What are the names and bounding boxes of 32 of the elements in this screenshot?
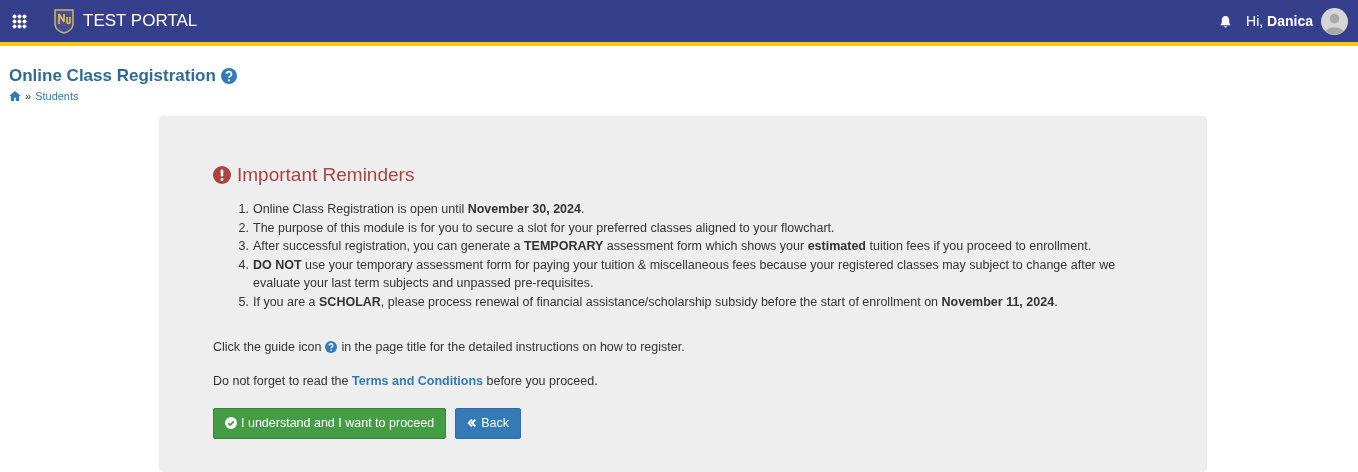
list-number: 4. [237, 256, 249, 274]
exclamation-icon [213, 166, 231, 184]
portal-title: TEST PORTAL [83, 11, 198, 31]
breadcrumb-separator: » [25, 90, 32, 102]
list-number: 2. [237, 219, 249, 237]
shield-logo-icon [53, 8, 75, 34]
reminder-item: DO NOT use your temporary assessment form for paying your tuition & miscellaneous fees because your registered classes may subject to change after we evaluate your last term subjects and unpassed pre-requisites. [253, 256, 1117, 293]
reminder-item: Online Class Registration is open until November 30, 2024. [253, 201, 585, 218]
guide-text: in the page title for the detailed instructions on how to register. [341, 339, 685, 354]
list-number: 5. [237, 293, 249, 311]
list-number: 3. [237, 238, 249, 256]
apps-grid-icon[interactable] [12, 13, 27, 29]
double-chevron-left-icon [467, 418, 478, 429]
page-title: Online Class Registration [9, 66, 216, 86]
terms-text: Do not forget to read the Terms and Conditions before you proceed. [213, 373, 599, 388]
guide-text: Click the guide icon [213, 339, 322, 354]
reminder-item: After successful registration, you can generate a TEMPORARY assessment form which shows your estimated tuition fees if you proceed to enrollment. [253, 238, 1092, 256]
back-button[interactable]: Back [455, 407, 521, 439]
bell-icon[interactable] [1219, 14, 1233, 28]
reminder-item: The purpose of this module is for you to secure a slot for your preferred classes aligned to your flowchart. [253, 219, 835, 237]
reminders-heading: Important Reminders [237, 164, 415, 186]
proceed-button[interactable]: I understand and I want to proceed [213, 407, 447, 439]
breadcrumb-link[interactable]: Students [35, 90, 79, 102]
help-icon [325, 340, 338, 353]
reminder-item: If you are a SCHOLAR, please process renewal of financial assistance/scholarship subsidy before the start of enrollment on November 11, 2024. [253, 293, 1058, 311]
help-icon[interactable] [220, 68, 237, 84]
terms-link[interactable]: Terms and Conditions [352, 373, 483, 388]
check-circle-icon [225, 417, 237, 430]
home-icon[interactable] [9, 91, 21, 101]
avatar-icon[interactable] [1321, 7, 1348, 35]
list-number: 1. [237, 201, 249, 218]
user-greeting[interactable]: Hi, Danica [1246, 13, 1313, 29]
